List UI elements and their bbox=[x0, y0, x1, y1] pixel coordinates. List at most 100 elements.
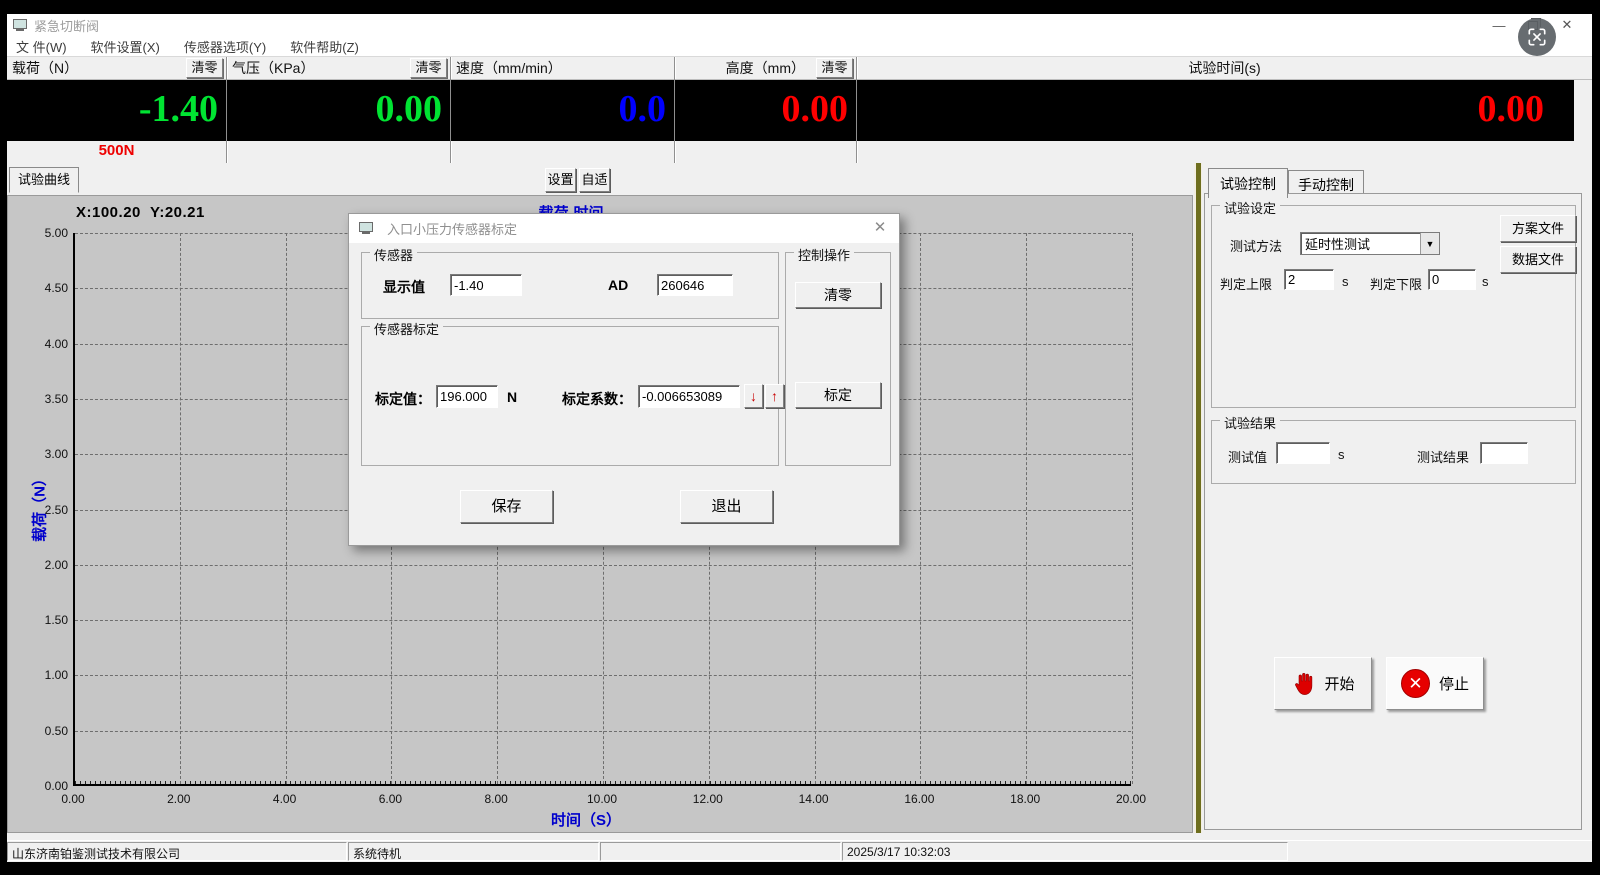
dialog-close-icon[interactable]: ✕ bbox=[871, 219, 889, 237]
x-axis-label: 时间（S） bbox=[486, 809, 686, 830]
gauge-speed-value: 0.0 bbox=[451, 80, 674, 141]
test-settings-group-label: 试验设定 bbox=[1220, 198, 1280, 217]
calibration-group: 传感器标定 标定值： N 标定系数： ↓ ↑ bbox=[361, 326, 779, 466]
lower-limit-input[interactable] bbox=[1428, 269, 1476, 290]
gauge-load-range: 500N bbox=[7, 141, 226, 163]
y-tick: 0.50 bbox=[45, 724, 68, 738]
save-button[interactable]: 保存 bbox=[460, 490, 553, 523]
gauge-height: 高度（mm） 清零 0.00 bbox=[675, 57, 857, 163]
y-tick: 5.00 bbox=[45, 226, 68, 240]
y-tick: 4.00 bbox=[45, 337, 68, 351]
x-tick: 12.00 bbox=[686, 792, 730, 806]
chart-settings-button[interactable]: 设置 bbox=[545, 168, 576, 192]
method-label: 测试方法 bbox=[1230, 236, 1282, 255]
x-tick: 4.00 bbox=[263, 792, 307, 806]
x-tick: 10.00 bbox=[580, 792, 624, 806]
x-tick: 0.00 bbox=[51, 792, 95, 806]
coef-input[interactable] bbox=[638, 385, 740, 408]
gauge-pressure-value: 0.00 bbox=[227, 80, 450, 141]
start-button-label: 开始 bbox=[1324, 673, 1354, 694]
stop-button-label: 停止 bbox=[1439, 673, 1469, 694]
test-result-input[interactable] bbox=[1480, 442, 1528, 464]
chart-toolbar: 试验曲线 设置 自适 bbox=[7, 163, 1194, 195]
menu-software-settings[interactable]: 软件设置(X) bbox=[91, 37, 160, 56]
gauge-header: 载荷（N） 清零 -1.40 500N 气压（KPa） 清零 0.00 速度（m… bbox=[7, 57, 1592, 163]
height-zero-button[interactable]: 清零 bbox=[816, 58, 853, 78]
exit-button[interactable]: 退出 bbox=[680, 490, 773, 523]
tab-test-curve[interactable]: 试验曲线 bbox=[9, 167, 79, 193]
chart-autofit-button[interactable]: 自适 bbox=[579, 168, 610, 192]
upper-limit-label: 判定上限 bbox=[1220, 274, 1272, 293]
window-title: 紧急切断阀 bbox=[34, 16, 99, 35]
control-panel: 试验控制 手动控制 试验设定 测试方法 延时性测试 ▼ 判定上限 s 判定下限 bbox=[1202, 163, 1592, 833]
control-ops-group-label: 控制操作 bbox=[794, 245, 854, 264]
coef-decrease-button[interactable]: ↓ bbox=[744, 384, 763, 408]
menu-file[interactable]: 文 件(W) bbox=[16, 37, 67, 56]
upper-limit-unit: s bbox=[1342, 274, 1349, 289]
method-dropdown[interactable]: 延时性测试 ▼ bbox=[1300, 232, 1440, 255]
y-tick: 3.50 bbox=[45, 392, 68, 406]
ad-value-input[interactable] bbox=[657, 274, 733, 296]
test-control-page: 试验设定 测试方法 延时性测试 ▼ 判定上限 s 判定下限 s 方案文件 数据文… bbox=[1204, 193, 1582, 830]
start-button[interactable]: 开始 bbox=[1274, 657, 1372, 710]
calibration-group-label: 传感器标定 bbox=[370, 319, 443, 338]
calibrate-button[interactable]: 标定 bbox=[795, 382, 881, 408]
lower-limit-unit: s bbox=[1482, 274, 1489, 289]
capture-overlay-button[interactable] bbox=[1518, 18, 1556, 56]
sensor-group-label: 传感器 bbox=[370, 245, 417, 264]
calib-value-input[interactable] bbox=[436, 385, 498, 408]
ad-label: AD bbox=[608, 277, 628, 293]
data-file-button[interactable]: 数据文件 bbox=[1500, 246, 1576, 273]
status-bar: 山东济南铂鉴测试技术有限公司 系统待机 2025/3/17 10:32:03 bbox=[7, 840, 1592, 862]
dialog-title: 入口小压力传感器标定 bbox=[387, 219, 517, 238]
gauge-height-value: 0.00 bbox=[675, 80, 856, 141]
control-ops-group: 控制操作 清零 标定 bbox=[785, 252, 891, 466]
gauge-load-value: -1.40 bbox=[7, 80, 226, 141]
test-results-group: 试验结果 测试值 s 测试结果 bbox=[1211, 420, 1576, 484]
load-zero-button[interactable]: 清零 bbox=[186, 58, 223, 78]
screen: 紧急切断阀 — ✕ 文 件(W) 软件设置(X) 传感器选项(Y) 软件帮助(Z… bbox=[0, 0, 1600, 875]
method-value: 延时性测试 bbox=[1301, 234, 1420, 253]
v-gridline bbox=[180, 233, 181, 784]
upper-limit-input[interactable] bbox=[1284, 269, 1334, 290]
coef-increase-button[interactable]: ↑ bbox=[765, 384, 784, 408]
x-tick: 2.00 bbox=[157, 792, 201, 806]
v-gridline bbox=[920, 233, 921, 784]
stop-icon: ✕ bbox=[1401, 669, 1430, 698]
scheme-file-button[interactable]: 方案文件 bbox=[1500, 215, 1576, 242]
x-tick: 20.00 bbox=[1109, 792, 1153, 806]
arrow-down-icon: ↓ bbox=[750, 388, 757, 404]
arrow-up-icon: ↑ bbox=[771, 388, 778, 404]
dialog-title-bar[interactable]: 入口小压力传感器标定 ✕ bbox=[349, 214, 899, 243]
x-tick: 8.00 bbox=[474, 792, 518, 806]
x-tick: 14.00 bbox=[792, 792, 836, 806]
gauge-test-time-value: 0.00 bbox=[857, 80, 1574, 141]
gauge-test-time: 试验时间(s) 0.00 bbox=[857, 57, 1592, 163]
sensor-calibration-dialog: 入口小压力传感器标定 ✕ 传感器 显示值 AD 控制操作 清零 标定 传感器标定… bbox=[348, 213, 900, 546]
menu-bar: 文 件(W) 软件设置(X) 传感器选项(Y) 软件帮助(Z) bbox=[7, 36, 1592, 57]
v-gridline bbox=[1132, 233, 1133, 784]
stop-button[interactable]: ✕ 停止 bbox=[1386, 657, 1484, 710]
chevron-down-icon: ▼ bbox=[1420, 233, 1439, 254]
test-value-input[interactable] bbox=[1276, 442, 1330, 464]
menu-sensor-options[interactable]: 传感器选项(Y) bbox=[184, 37, 266, 56]
pressure-zero-button[interactable]: 清零 bbox=[410, 58, 447, 78]
tab-test-control[interactable]: 试验控制 bbox=[1208, 168, 1288, 198]
x-tick: 16.00 bbox=[897, 792, 941, 806]
test-result-label: 测试结果 bbox=[1417, 447, 1469, 466]
dialog-zero-button[interactable]: 清零 bbox=[795, 282, 881, 308]
gauge-pressure: 气压（KPa） 清零 0.00 bbox=[227, 57, 451, 163]
y-axis-label: 载荷（N） bbox=[29, 407, 50, 607]
gauge-speed-label: 速度（mm/min） bbox=[456, 58, 562, 78]
gauge-load-label: 载荷（N） bbox=[12, 58, 78, 78]
gauge-pressure-label: 气压（KPa） bbox=[232, 58, 314, 78]
y-tick: 1.50 bbox=[45, 613, 68, 627]
minimize-icon: — bbox=[1482, 18, 1516, 33]
x-tick: 18.00 bbox=[1003, 792, 1047, 806]
menu-help[interactable]: 软件帮助(Z) bbox=[290, 37, 359, 56]
status-datetime: 2025/3/17 10:32:03 bbox=[842, 842, 1288, 861]
test-value-unit: s bbox=[1338, 447, 1345, 462]
display-value-input[interactable] bbox=[450, 274, 522, 296]
minimize-button[interactable]: — bbox=[1482, 14, 1516, 36]
panel-divider bbox=[1194, 163, 1202, 833]
